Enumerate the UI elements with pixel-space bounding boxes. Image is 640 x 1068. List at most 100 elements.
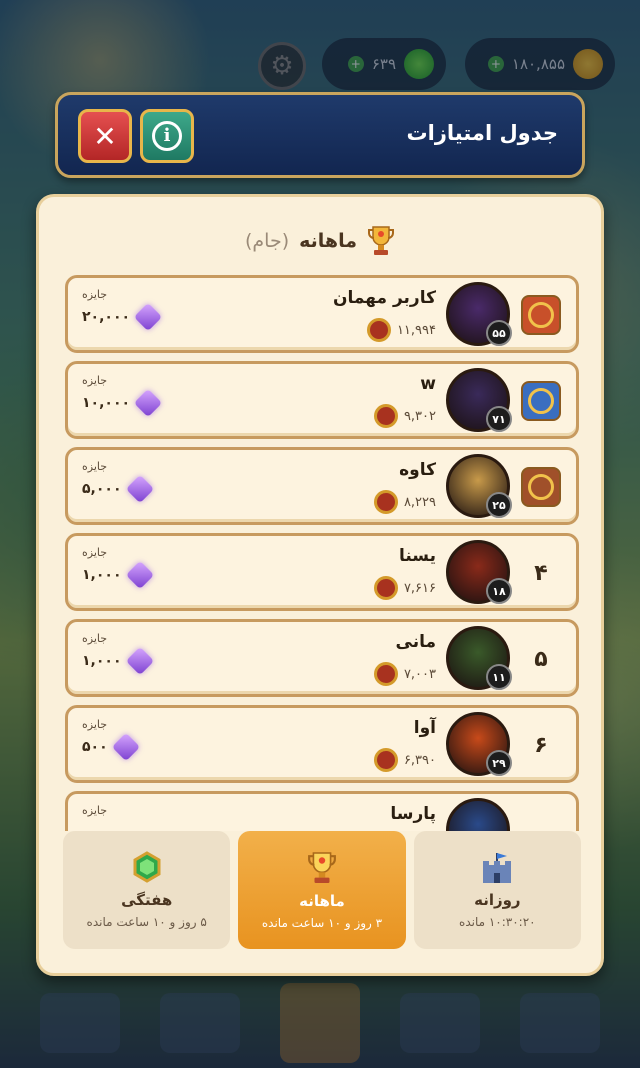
prize-cell: جایزه ۵,۰۰۰ xyxy=(82,460,154,504)
prize-cell: جایزه ۵۰۰ xyxy=(82,718,140,762)
rank-cell xyxy=(520,294,562,336)
tab-weekly[interactable]: هفتگی ۵ روز و ۱۰ ساعت مانده xyxy=(63,831,231,949)
prize-cell: جایزه ۱,۰۰۰ xyxy=(82,546,154,590)
purple-gem-icon xyxy=(111,732,140,762)
score-value: ۹,۳۰۲ xyxy=(403,408,436,424)
trophy-icon xyxy=(308,852,336,883)
medal-icon xyxy=(373,490,398,514)
player-name: آوا xyxy=(413,718,436,738)
prize-cell: جایزه xyxy=(82,804,107,817)
medal-icon xyxy=(373,576,398,600)
prize-label: جایزه xyxy=(82,632,108,645)
leaderboard-row[interactable]: پارسا جایزه xyxy=(65,791,579,831)
trophy-icon xyxy=(368,226,394,255)
rank-number: ۶ xyxy=(534,732,548,758)
score-value: ۱۱,۹۹۴ xyxy=(396,322,436,338)
score-value: ۷,۶۱۶ xyxy=(403,580,436,596)
rank-number xyxy=(520,810,562,831)
player-name: پارسا xyxy=(390,804,436,824)
level-badge: ۷۱ xyxy=(486,406,512,432)
player-score: ۸,۲۲۹ xyxy=(373,490,436,514)
rank-cell xyxy=(520,466,562,508)
prize-label: جایزه xyxy=(82,288,108,301)
prize-cell: جایزه ۲۰,۰۰۰ xyxy=(82,288,163,332)
score-value: ۸,۲۲۹ xyxy=(403,494,436,510)
level-badge: ۲۹ xyxy=(486,750,512,776)
score-value: ۶,۳۹۰ xyxy=(403,752,436,768)
period-heading: ماهانه (جام) xyxy=(39,225,601,257)
period-tabs: هفتگی ۵ روز و ۱۰ ساعت مانده ماهانه ۳ روز… xyxy=(63,831,581,949)
rank-badge-icon xyxy=(521,295,561,335)
tab-time-remaining: ۵ روز و ۱۰ ساعت مانده xyxy=(86,915,207,929)
prize-label: جایزه xyxy=(82,374,108,387)
medal-icon xyxy=(373,404,398,428)
tab-label: روزانه xyxy=(474,891,521,909)
prize-value: ۱,۰۰۰ xyxy=(82,567,122,583)
medal-icon xyxy=(373,662,398,686)
castle-icon xyxy=(483,853,512,883)
leaderboard-row[interactable]: ۵ ۱۱ مانی ۷,۰۰۳ جایزه ۱,۰۰۰ xyxy=(65,619,579,697)
leaderboard-panel: ماهانه (جام) ۵۵ کاربر مهمان ۱۱,۹۹۴ جایزه ۲۰,… xyxy=(36,194,604,976)
prize-label: جایزه xyxy=(82,804,108,817)
player-name: کاوه xyxy=(399,460,436,480)
period-label: ماهانه xyxy=(299,230,357,252)
leaderboard-header: جدول امتیازات i ✕ xyxy=(55,92,585,178)
tab-monthly[interactable]: ماهانه ۳ روز و ۱۰ ساعت مانده xyxy=(238,831,406,949)
prize-value: ۱,۰۰۰ xyxy=(82,653,122,669)
tab-time-remaining: ۳ روز و ۱۰ ساعت مانده xyxy=(261,916,383,930)
emerald-trophy-icon xyxy=(133,851,161,883)
level-badge: ۱۱ xyxy=(486,664,512,690)
purple-gem-icon xyxy=(133,388,163,418)
rank-badge-icon xyxy=(521,467,561,507)
rank-cell xyxy=(520,380,562,422)
rank-number: ۵ xyxy=(534,646,548,672)
player-score: ۷,۰۰۳ xyxy=(373,662,436,686)
level-badge: ۱۸ xyxy=(486,578,512,604)
medal-icon xyxy=(373,748,398,772)
medal-icon xyxy=(366,318,391,342)
prize-cell: جایزه ۱,۰۰۰ xyxy=(82,632,154,676)
prize-label: جایزه xyxy=(82,460,108,473)
purple-gem-icon xyxy=(125,560,154,590)
purple-gem-icon xyxy=(125,646,154,676)
player-name: کاربر مهمان xyxy=(333,288,436,308)
leaderboard-row[interactable]: ۲۵ کاوه ۸,۲۲۹ جایزه ۵,۰۰۰ xyxy=(65,447,579,525)
page-title: جدول امتیازات xyxy=(406,121,558,145)
tab-daily[interactable]: روزانه ۱۰:۳۰:۲۰ مانده xyxy=(413,831,581,949)
prize-label: جایزه xyxy=(82,546,108,559)
player-score: ۹,۳۰۲ xyxy=(373,404,436,428)
prize-value: ۱۰,۰۰۰ xyxy=(82,395,131,411)
player-avatar[interactable] xyxy=(446,798,510,831)
purple-gem-icon xyxy=(133,302,163,332)
purple-gem-icon xyxy=(125,474,154,504)
close-icon: ✕ xyxy=(93,119,117,153)
leaderboard-row[interactable]: ۴ ۱۸ یسنا ۷,۶۱۶ جایزه ۱,۰۰۰ xyxy=(65,533,579,611)
player-score: ۶,۳۹۰ xyxy=(373,748,436,772)
info-icon: i xyxy=(152,121,182,151)
leaderboard-list[interactable]: ۵۵ کاربر مهمان ۱۱,۹۹۴ جایزه ۲۰,۰۰۰ ۷۱ w ۹,۳۰۲ جا… xyxy=(65,275,579,831)
tab-label: هفتگی xyxy=(121,891,173,909)
player-score: ۱۱,۹۹۴ xyxy=(366,318,436,342)
prize-value: ۵۰۰ xyxy=(82,739,108,755)
leaderboard-row[interactable]: ۷۱ w ۹,۳۰۲ جایزه ۱۰,۰۰۰ xyxy=(65,361,579,439)
player-score: ۷,۶۱۶ xyxy=(373,576,436,600)
rank-number: ۴ xyxy=(534,560,548,586)
player-name: مانی xyxy=(395,632,437,652)
leaderboard-row[interactable]: ۶ ۲۹ آوا ۶,۳۹۰ جایزه ۵۰۰ xyxy=(65,705,579,783)
info-button[interactable]: i xyxy=(140,109,194,163)
period-type: (جام) xyxy=(245,230,290,252)
score-value: ۷,۰۰۳ xyxy=(403,666,436,682)
level-badge: ۲۵ xyxy=(486,492,512,518)
player-name: w xyxy=(420,374,436,394)
close-button[interactable]: ✕ xyxy=(78,109,132,163)
prize-value: ۲۰,۰۰۰ xyxy=(82,309,131,325)
prize-value: ۵,۰۰۰ xyxy=(82,481,122,497)
leaderboard-row[interactable]: ۵۵ کاربر مهمان ۱۱,۹۹۴ جایزه ۲۰,۰۰۰ xyxy=(65,275,579,353)
tab-label: ماهانه xyxy=(299,892,345,910)
player-name: یسنا xyxy=(398,546,436,566)
prize-label: جایزه xyxy=(82,718,108,731)
prize-cell: جایزه ۱۰,۰۰۰ xyxy=(82,374,163,418)
rank-badge-icon xyxy=(521,381,561,421)
level-badge: ۵۵ xyxy=(486,320,512,346)
tab-time-remaining: ۱۰:۳۰:۲۰ مانده xyxy=(459,915,536,929)
